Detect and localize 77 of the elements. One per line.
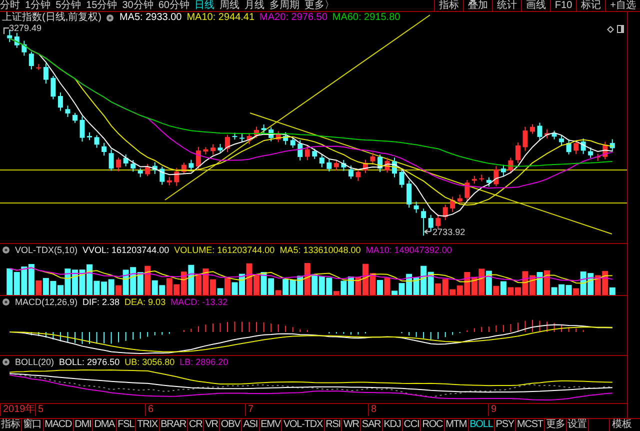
indicator-tab[interactable]: DMI [74,419,94,431]
toolbar-button[interactable]: 叠加 [462,0,492,11]
indicator-tab[interactable]: BRAR [160,419,188,431]
indicator-tab[interactable]: RSI [324,419,342,431]
indicator-tab[interactable]: CR [188,419,204,431]
indicator-title: VOL-TDX(5,10) [15,244,78,256]
indicator-value: DEA: 9.03 [124,296,166,308]
indicator-tab[interactable]: ROC [421,419,445,431]
arrow-icon [424,229,432,234]
settings-icon[interactable] [106,14,114,22]
indicator-tab[interactable]: MTM [444,419,469,431]
indicator-tab[interactable]: 更多 [544,419,567,431]
high-marker [4,28,10,34]
settings-icon[interactable] [2,358,10,366]
toolbar-button[interactable]: F10 [550,0,576,11]
indicator-tab[interactable]: 窗口 [22,419,44,431]
indicator-tab[interactable]: FSL [116,419,136,431]
indicator-value: LB: 2896.20 [180,356,228,368]
indicator-title: 上证指数(日线,前复权) [2,12,102,24]
indicator-value: MACD: -13.32 [170,296,228,308]
indicator-tab[interactable]: VOL-TDX [282,419,325,431]
axis-label: 6 [145,404,154,416]
period-tab[interactable]: 多周期 [270,0,300,11]
period-tab[interactable]: 5分钟 [56,0,82,11]
indicator-tab[interactable]: ASI [242,419,260,431]
indicator-title: BOLL(20) [15,356,54,368]
settings-icon[interactable] [2,246,10,254]
period-tab[interactable]: 60分钟 [158,0,190,11]
indicator-tab[interactable]: DMA [93,419,117,431]
indicator-tab[interactable]: SAR [360,419,383,431]
toolbar-button[interactable]: 标记 [576,0,606,11]
axis-label: 7 [245,404,254,416]
axis-label: 8 [368,404,377,416]
indicator-value: MA10: 149047392.00 [366,244,452,256]
indicator-value: BOLL: 2976.50 [59,356,120,368]
indicator-tab[interactable]: 设置 [566,419,589,431]
indicator-value: MA20: 2976.50 [260,12,328,24]
indicator-tab[interactable]: TRIX [136,419,160,431]
indicator-value: MA5: 2933.00 [119,12,182,24]
toolbar-button[interactable]: 指标 [434,0,463,11]
indicator-tab[interactable]: OBV [220,419,242,431]
toolbar-button[interactable]: 画线 [520,0,550,11]
indicator-value: MA60: 2915.80 [332,12,400,24]
panel-icon[interactable] [617,25,624,33]
period-tab[interactable]: 日线 [194,0,214,11]
axis-label: 5 [35,404,44,416]
price-label: 2733.92 [432,226,466,237]
period-tab[interactable]: 30分钟 [122,0,154,11]
indicator-value: DIF: 2.38 [82,296,120,308]
period-tab[interactable]: 1分钟 [25,0,51,11]
indicator-tab[interactable]: MCST [516,419,545,431]
indicator-value: VVOL: 161203744.00 [82,244,170,256]
indicator-value: UB: 3056.80 [124,356,175,368]
indicator-tab[interactable]: VR [204,419,220,431]
period-tab[interactable]: 周线 [220,0,240,11]
period-tab[interactable]: 更多〉 [304,0,334,11]
indicator-tab[interactable]: KDJ [382,419,403,431]
indicator-value: MA10: 2944.41 [186,12,255,24]
indicator-value: MA5: 133610048.00 [280,244,361,256]
period-tab[interactable]: 月线 [244,0,264,11]
indicator-tab[interactable]: MACD [44,419,74,431]
indicator-tab[interactable]: EMV [260,419,282,431]
axis-label: 9 [488,404,497,416]
template-button[interactable]: 模板 [609,419,634,431]
settings-icon[interactable] [2,298,10,306]
indicator-value: VOLUME: 161203744.00 [174,244,275,256]
toolbar-button[interactable]: +自选 [605,0,640,11]
period-tab[interactable]: 15分钟 [86,0,118,11]
indicator-title: MACD(12,26,9) [15,296,78,308]
period-tab[interactable]: 分时 [0,0,20,11]
indicator-tab[interactable]: WR [342,419,361,431]
indicator-tab[interactable]: 指标 [0,419,22,431]
indicator-tab[interactable]: PSY [494,419,516,431]
indicator-tab[interactable]: CCI [402,419,422,431]
indicator-tab[interactable]: BOLL [468,419,495,431]
price-label: 3279.49 [9,23,42,33]
axis-label: 2019年 [0,404,36,416]
